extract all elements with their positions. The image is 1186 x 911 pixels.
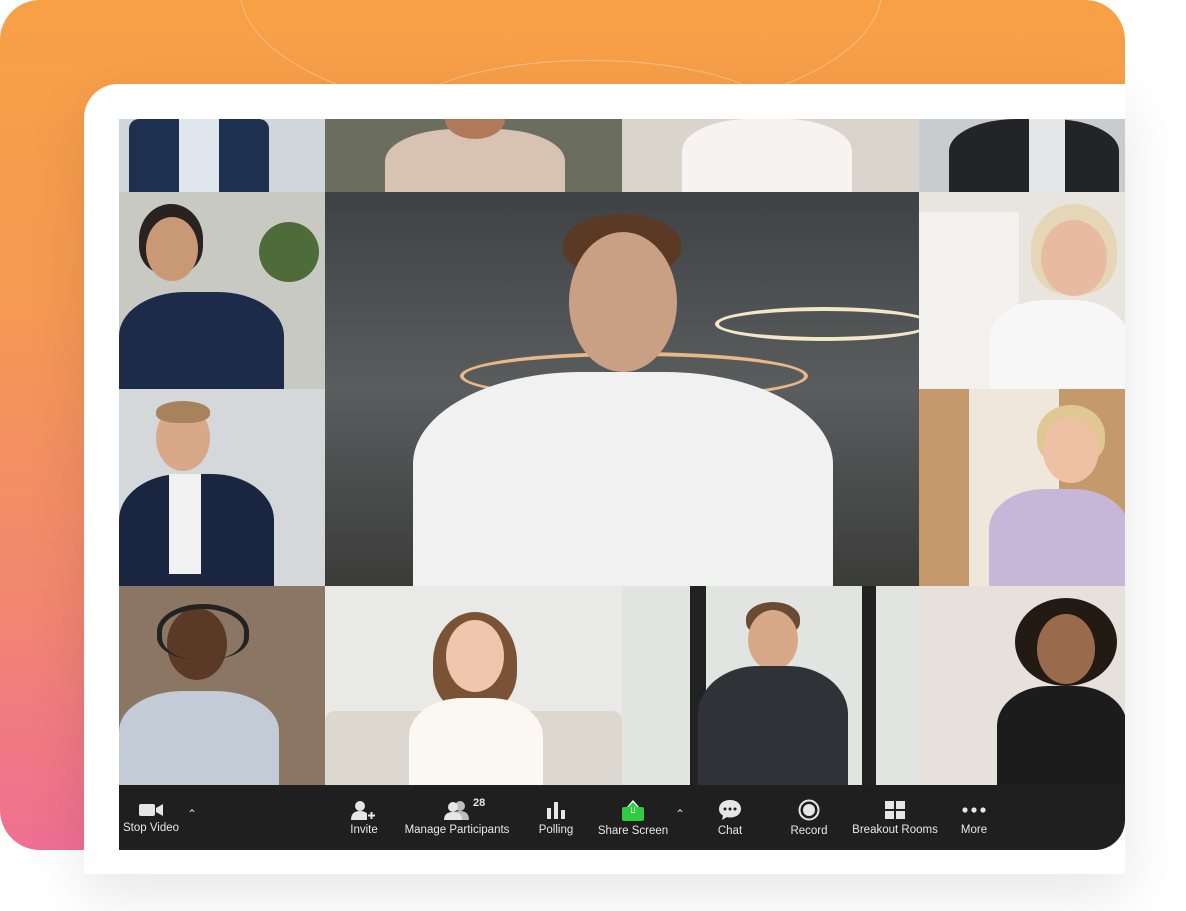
video-tile[interactable] [325,586,622,785]
breakout-rooms-label: Breakout Rooms [852,823,938,836]
participant-body [119,691,279,785]
video-camera-icon [138,802,164,818]
share-screen-arrow-icon [621,799,645,821]
stop-video-button[interactable]: Stop Video [119,785,183,850]
participant-body [989,300,1125,389]
window-frame [862,586,876,785]
polling-label: Polling [538,823,574,836]
participants-icon [443,800,471,820]
chat-label: Chat [717,824,743,837]
video-tile[interactable] [622,119,919,192]
video-tile[interactable] [919,192,1125,389]
participant-body [682,119,852,192]
participant-shirt [1029,119,1065,192]
grid-icon [884,800,906,820]
plant [259,222,319,282]
headset [157,604,249,659]
meeting-toolbar: Stop Video ⌃ Invite Manage Participants … [119,785,1125,850]
video-tile[interactable] [919,119,1125,192]
add-person-icon [351,800,377,820]
video-tile[interactable] [325,119,622,192]
video-tile[interactable] [119,119,325,192]
participant-body [409,698,543,785]
video-tile[interactable] [919,389,1125,586]
manage-participants-button[interactable]: Manage Participants [403,785,511,850]
record-button[interactable]: Record [785,785,833,850]
participant-body [119,292,284,389]
participant-head [1043,417,1099,483]
participant-body [997,686,1125,785]
more-button[interactable]: More [955,785,993,850]
chat-button[interactable]: Chat [709,785,751,850]
participant-head [146,217,198,281]
caret-up-icon[interactable]: ⌃ [675,807,685,821]
participant-body [413,372,833,586]
participant-shirt [179,119,219,192]
video-tile[interactable] [622,586,919,785]
participant-body [698,666,848,785]
more-label: More [960,823,988,836]
share-screen-label: Share Screen [597,824,669,837]
active-speaker-tile[interactable] [325,192,919,586]
participant-body [989,489,1125,586]
bar-chart-icon [545,800,567,820]
participant-head [569,232,677,372]
pendant-lamp [715,307,919,341]
chat-bubble-icon [718,799,742,821]
manage-participants-label: Manage Participants [404,823,510,836]
invite-label: Invite [350,823,378,836]
participant-head [748,610,798,670]
polling-button[interactable]: Polling [533,785,579,850]
record-label: Record [790,824,828,837]
stop-video-label: Stop Video [122,821,180,834]
participants-count: 28 [473,797,486,809]
record-icon [798,799,820,821]
share-screen-button[interactable]: Share Screen [597,785,669,850]
participant-hair [156,401,210,423]
more-dots-icon [961,800,987,820]
caret-up-icon[interactable]: ⌃ [187,807,197,821]
video-tile[interactable] [119,389,325,586]
video-tile[interactable] [119,192,325,389]
participant-shirt [169,474,201,574]
video-tile[interactable] [119,586,325,785]
participant-head [1037,614,1095,684]
video-grid [119,119,1125,785]
participant-head [446,620,504,692]
invite-button[interactable]: Invite [341,785,387,850]
breakout-rooms-button[interactable]: Breakout Rooms [851,785,939,850]
video-tile[interactable] [919,586,1125,785]
participant-head [1041,220,1107,296]
